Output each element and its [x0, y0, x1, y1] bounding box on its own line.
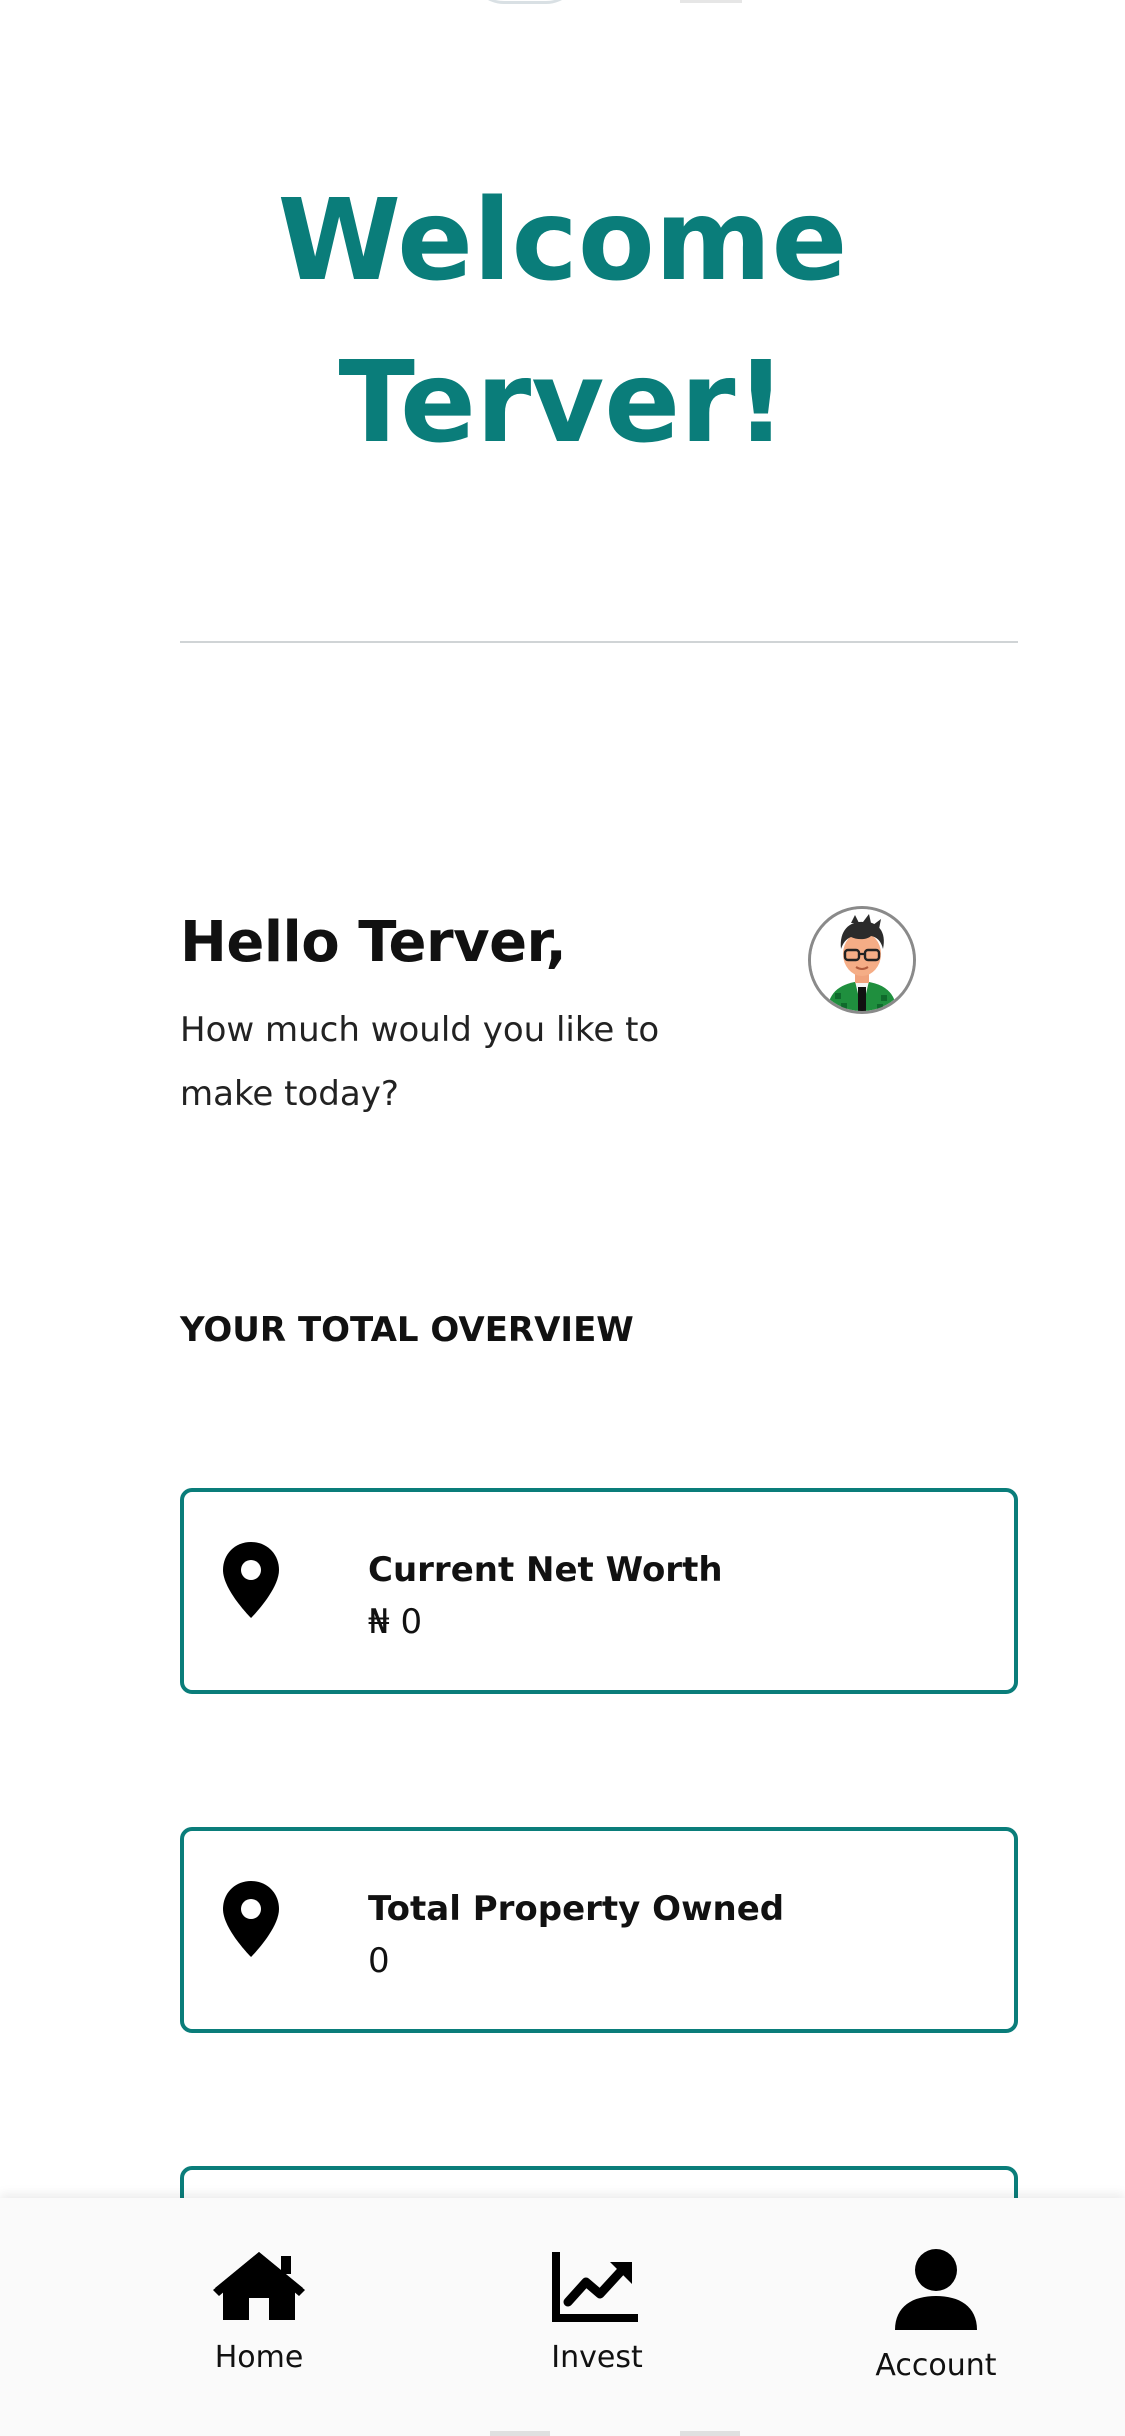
home-icon	[213, 2252, 305, 2320]
user-icon	[895, 2249, 977, 2330]
divider	[180, 641, 1018, 643]
nav-label-invest: Invest	[551, 2340, 643, 2375]
greeting-prompt-line-2: make today?	[180, 1074, 399, 1114]
card-value: ₦ 0	[368, 1602, 423, 1642]
card-value: 0	[368, 1941, 390, 1981]
greeting-title: Hello Terver,	[180, 910, 567, 975]
overview-card-net-worth[interactable]: Current Net Worth ₦ 0	[180, 1488, 1018, 1694]
top-edge-line	[680, 0, 742, 3]
card-label: Total Property Owned	[368, 1889, 785, 1929]
avatar-illustration	[811, 909, 913, 1011]
card-label: Current Net Worth	[368, 1550, 723, 1590]
overview-title: YOUR TOTAL OVERVIEW	[180, 1310, 634, 1350]
overview-card-property-owned[interactable]: Total Property Owned 0	[180, 1827, 1018, 2033]
welcome-screen: Welcome Terver! Hello Terver, How much w…	[0, 0, 1125, 2436]
chart-line-icon	[552, 2252, 638, 2322]
nav-item-home[interactable]: Home	[149, 2248, 369, 2375]
welcome-line-1: Welcome	[277, 176, 848, 306]
nav-item-invest[interactable]: Invest	[487, 2248, 707, 2375]
nav-label-account: Account	[875, 2348, 997, 2383]
greeting-prompt: How much would you like to make today?	[180, 998, 680, 1126]
greeting-prompt-line-1: How much would you like to	[180, 1010, 660, 1050]
welcome-heading: Welcome Terver!	[0, 160, 1125, 484]
map-pin-icon	[223, 1542, 279, 1618]
nav-item-account[interactable]: Account	[826, 2248, 1046, 2383]
nav-label-home: Home	[214, 2340, 304, 2375]
map-pin-icon	[223, 1881, 279, 1957]
bottom-edge-line	[490, 2431, 550, 2436]
top-edge-decoration	[470, 0, 580, 4]
bottom-navigation: Home Invest Account	[0, 2198, 1125, 2436]
avatar[interactable]	[808, 906, 916, 1014]
bottom-edge-line	[680, 2431, 740, 2436]
welcome-line-2: Terver!	[338, 338, 787, 468]
